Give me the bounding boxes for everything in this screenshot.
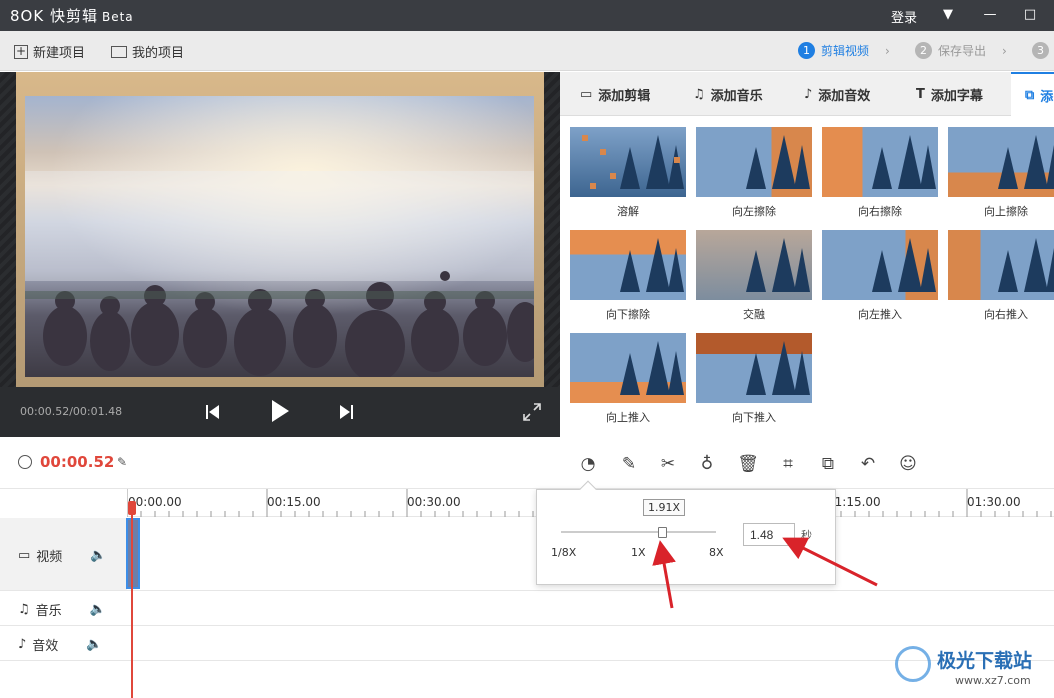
video-clip[interactable] bbox=[126, 518, 140, 589]
tab-add-subtitle[interactable]: T 添加字幕 bbox=[916, 72, 983, 116]
transition-push-down-label: 向下推入 bbox=[732, 411, 776, 424]
preview-border bbox=[0, 72, 16, 387]
transition-wipe-left-label: 向左擦除 bbox=[732, 205, 776, 218]
transition-dissolve-thumbnail[interactable] bbox=[570, 127, 686, 197]
app-logo: 8OK 快剪辑 Beta bbox=[10, 7, 134, 25]
minimize-icon[interactable]: — bbox=[981, 6, 999, 24]
ruler-label: 00:00.00 bbox=[128, 495, 182, 509]
previous-frame-icon[interactable] bbox=[205, 403, 221, 421]
sound-effect-icon: ♪ bbox=[18, 637, 27, 652]
tab-add-transition[interactable]: ⧉ 添 bbox=[1011, 72, 1054, 116]
transition-wipe-right-thumbnail[interactable] bbox=[822, 127, 938, 197]
transition-wipe-right-label: 向右擦除 bbox=[858, 205, 902, 218]
menu-dropdown-icon[interactable]: ▼ bbox=[939, 6, 957, 24]
transition-blend-thumbnail[interactable] bbox=[696, 230, 812, 300]
edit-toolbar: 00:00.52 ✎ ◔ ✎ ✂ ♁ 🗑 ⌗ ⧉ ↶ ☺ bbox=[0, 437, 1054, 489]
my-projects-button[interactable]: 我的项目 bbox=[111, 42, 184, 61]
speed-slider-handle[interactable] bbox=[657, 527, 667, 538]
video-frame bbox=[25, 96, 534, 377]
next-frame-icon[interactable] bbox=[338, 403, 354, 421]
transition-push-up-label: 向上推入 bbox=[606, 411, 650, 424]
watermark-logo-icon bbox=[895, 646, 931, 682]
panel-tabs: ▭ 添加剪辑 ♫ 添加音乐 ♪ 添加音效 T 添加字幕 ⧉ 添 bbox=[560, 72, 1054, 116]
tab-add-sound-effect[interactable]: ♪ 添加音效 bbox=[804, 72, 870, 116]
step-1[interactable]: 1 剪辑视频 › bbox=[798, 42, 890, 59]
login-button[interactable]: 登录 bbox=[891, 7, 917, 26]
speed-label-mid: 1X bbox=[631, 546, 646, 559]
transition-wipe-up-label: 向上擦除 bbox=[984, 205, 1028, 218]
divider bbox=[0, 590, 1054, 591]
transition-push-left-thumbnail[interactable] bbox=[822, 230, 938, 300]
plus-square-icon: + bbox=[14, 43, 28, 59]
playhead-line bbox=[131, 513, 133, 698]
bell-icon[interactable]: ♁ bbox=[696, 453, 718, 475]
preview-border bbox=[544, 72, 560, 387]
divider bbox=[0, 625, 1054, 626]
speed-popup: 1.91X 1/8X 1X 8X 秒 bbox=[536, 480, 836, 585]
transition-dissolve-label: 溶解 bbox=[617, 205, 639, 218]
transition-blend-label: 交融 bbox=[743, 308, 765, 321]
duration-input[interactable] bbox=[743, 523, 795, 546]
chevron-right-icon: › bbox=[885, 43, 890, 58]
duration-unit: 秒 bbox=[801, 529, 812, 542]
speed-label-max: 8X bbox=[709, 546, 724, 559]
transition-wipe-down-thumbnail[interactable] bbox=[570, 230, 686, 300]
volume-icon[interactable]: 🔈 bbox=[90, 602, 106, 617]
transition-wipe-left-thumbnail[interactable] bbox=[696, 127, 812, 197]
clock-icon bbox=[18, 455, 32, 469]
folder-icon bbox=[111, 45, 127, 58]
speed-tooltip: 1.91X bbox=[643, 499, 686, 516]
emoji-icon[interactable]: ☺ bbox=[897, 453, 919, 475]
transition-push-up-thumbnail[interactable] bbox=[570, 333, 686, 403]
step-2[interactable]: 2 保存导出 › bbox=[915, 42, 1007, 59]
copy-icon[interactable]: ⧉ bbox=[817, 453, 839, 475]
crowd-scene-image bbox=[25, 96, 534, 377]
tab-add-clip[interactable]: ▭ 添加剪辑 bbox=[580, 72, 650, 116]
volume-icon[interactable]: 🔈 bbox=[86, 637, 102, 652]
transition-push-down-thumbnail[interactable] bbox=[696, 333, 812, 403]
sound-effect-track-label: ♪ 音效 🔈 bbox=[18, 637, 103, 654]
current-time: 00:00.52 bbox=[40, 453, 115, 471]
text-icon: T bbox=[916, 86, 925, 102]
sound-effect-icon: ♪ bbox=[804, 86, 813, 102]
play-icon[interactable] bbox=[270, 399, 290, 423]
music-note-icon: ♫ bbox=[18, 602, 30, 617]
player-controls: 00:00.52/00:01.48 bbox=[0, 387, 560, 437]
step-3[interactable]: 3 bbox=[1032, 42, 1049, 59]
trash-icon[interactable]: 🗑 bbox=[737, 453, 759, 475]
transition-push-right-thumbnail[interactable] bbox=[948, 230, 1054, 300]
video-camera-icon: ▭ bbox=[580, 86, 593, 102]
video-track-label: ▭ 视频 🔈 bbox=[18, 548, 107, 565]
fullscreen-icon[interactable] bbox=[523, 403, 541, 421]
transition-push-right-label: 向右推入 bbox=[984, 308, 1028, 321]
tab-add-music[interactable]: ♫ 添加音乐 bbox=[693, 72, 763, 116]
video-camera-icon: ▭ bbox=[18, 548, 31, 563]
title-bar: 8OK 快剪辑 Beta 登录 ▼ — □ bbox=[0, 0, 1054, 31]
menu-bar: + 新建项目 我的项目 1 剪辑视频 › 2 保存导出 › 3 bbox=[0, 31, 1054, 71]
transition-push-left-label: 向左推入 bbox=[858, 308, 902, 321]
speed-slider-track[interactable] bbox=[561, 531, 716, 533]
ruler-label: 00:15.00 bbox=[267, 495, 321, 509]
new-project-button[interactable]: + 新建项目 bbox=[14, 42, 85, 61]
crop-icon[interactable]: ⌗ bbox=[777, 453, 799, 475]
transition-icon: ⧉ bbox=[1025, 87, 1035, 103]
music-track-label: ♫ 音乐 🔈 bbox=[18, 602, 106, 619]
watermark: 极光下载站 www.xz7.com bbox=[895, 642, 1050, 696]
ruler-label: 00:30.00 bbox=[407, 495, 461, 509]
scissors-icon[interactable]: ✂ bbox=[657, 453, 679, 475]
chevron-right-icon: › bbox=[1002, 43, 1007, 58]
speed-icon[interactable]: ◔ bbox=[577, 453, 599, 475]
transition-wipe-up-thumbnail[interactable] bbox=[948, 127, 1054, 197]
transition-wipe-down-label: 向下擦除 bbox=[606, 308, 650, 321]
pencil-icon[interactable]: ✎ bbox=[618, 453, 640, 475]
maximize-icon[interactable]: □ bbox=[1021, 6, 1039, 24]
volume-icon[interactable]: 🔈 bbox=[90, 548, 106, 563]
ruler-label: 01:30.00 bbox=[967, 495, 1021, 509]
undo-icon[interactable]: ↶ bbox=[857, 453, 879, 475]
player-timecode: 00:00.52/00:01.48 bbox=[20, 405, 123, 418]
music-note-icon: ♫ bbox=[693, 86, 705, 102]
edit-time-icon[interactable]: ✎ bbox=[117, 455, 127, 469]
speed-label-min: 1/8X bbox=[551, 546, 577, 559]
